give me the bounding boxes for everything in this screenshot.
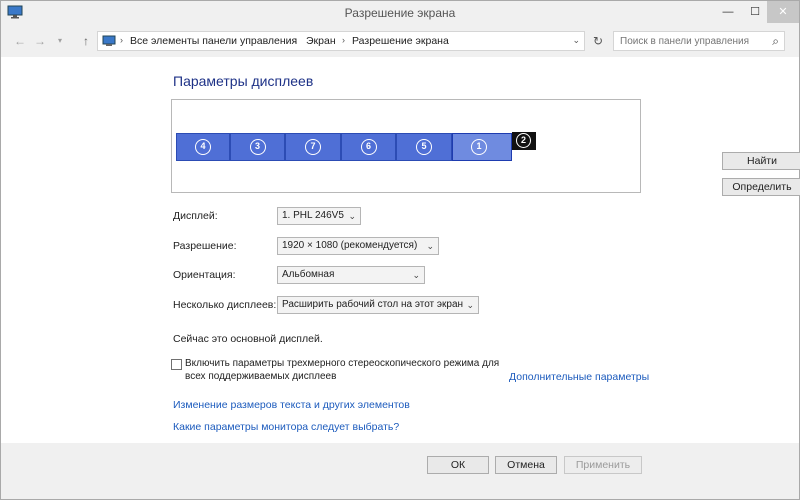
monitor-number: 4	[195, 139, 211, 155]
minimize-button[interactable]: —	[715, 1, 741, 23]
resolution-label: Разрешение:	[173, 240, 237, 252]
monitor-number: 2	[516, 133, 531, 148]
page-title: Параметры дисплеев	[173, 73, 314, 89]
dialog-button-bar: ОК Отмена Применить	[1, 443, 799, 499]
breadcrumb-screen[interactable]: Экран	[306, 35, 336, 47]
monitor-tile-5[interactable]: 5	[396, 133, 452, 161]
monitor-tile-6[interactable]: 6	[341, 133, 396, 161]
ok-button[interactable]: ОК	[427, 456, 489, 474]
monitor-tile-4[interactable]: 4	[176, 133, 230, 161]
stereo-3d-checkbox[interactable]	[171, 359, 182, 370]
breadcrumb-control-panel[interactable]: Все элементы панели управления	[130, 35, 297, 47]
refresh-icon[interactable]: ↻	[589, 31, 607, 51]
display-label: Дисплей:	[173, 210, 218, 222]
primary-display-status: Сейчас это основной дисплей.	[173, 333, 323, 345]
identify-button[interactable]: Определить	[722, 178, 800, 196]
orientation-value: Альбомная	[282, 269, 335, 280]
monitor-number: 7	[305, 139, 321, 155]
address-dropdown-icon[interactable]: ⌄	[572, 35, 580, 46]
chevron-down-icon: ⌄	[412, 270, 420, 280]
up-arrow-icon[interactable]: ↑	[79, 34, 93, 48]
display-value: 1. PHL 246V5	[282, 210, 344, 221]
history-dropdown-icon[interactable]: ▾	[53, 34, 67, 48]
multiple-displays-select[interactable]: Расширить рабочий стол на этот экран ⌄	[277, 296, 479, 314]
display-arrangement-panel[interactable]: 4 3 7 6 5 1 2 Найти Определить	[171, 99, 800, 196]
orientation-select[interactable]: Альбомная ⌄	[277, 266, 425, 284]
chevron-down-icon: ⌄	[426, 241, 434, 251]
monitor-tile-1-selected[interactable]: 1	[452, 133, 512, 161]
content-area: Параметры дисплеев 4 3 7 6 5 1 2 Найти О…	[1, 57, 800, 443]
text-size-link[interactable]: Изменение размеров текста и других элеме…	[173, 399, 410, 411]
monitor-number: 5	[416, 139, 432, 155]
cancel-button[interactable]: Отмена	[495, 456, 557, 474]
resolution-value: 1920 × 1080 (рекомендуется)	[282, 240, 418, 251]
stereo-3d-label[interactable]: Включить параметры трехмерного стереоско…	[185, 357, 505, 383]
breadcrumb-separator: ›	[120, 35, 123, 45]
monitor-tile-7[interactable]: 7	[285, 133, 341, 161]
close-button[interactable]: ✕	[767, 1, 799, 23]
address-bar[interactable]: › Все элементы панели управления › Экран…	[97, 31, 585, 51]
chevron-down-icon: ⌄	[348, 211, 356, 221]
monitor-number: 3	[249, 139, 266, 155]
window-title: Разрешение экрана	[344, 6, 456, 20]
window: Разрешение экрана — ☐ ✕ ← → ▾ ↑ › Все эл…	[0, 0, 800, 500]
forward-arrow-icon[interactable]: →	[33, 34, 47, 48]
find-button[interactable]: Найти	[722, 152, 800, 170]
multiple-displays-value: Расширить рабочий стол на этот экран	[282, 299, 464, 310]
search-input[interactable]	[614, 32, 764, 50]
monitor-tile-3[interactable]: 3	[230, 133, 285, 161]
monitor-number: 1	[471, 139, 487, 155]
title-bar: Разрешение экрана — ☐ ✕	[1, 1, 799, 25]
breadcrumb-separator: ›	[294, 35, 297, 45]
monitor-tile-2[interactable]: 2	[512, 132, 536, 150]
multiple-displays-label: Несколько дисплеев:	[173, 299, 277, 311]
search-icon[interactable]: ⌕	[772, 34, 779, 49]
navigation-bar: ← → ▾ ↑ › Все элементы панели управления…	[1, 29, 799, 53]
display-select[interactable]: 1. PHL 246V5 ⌄	[277, 207, 361, 225]
advanced-settings-link[interactable]: Дополнительные параметры	[509, 371, 649, 383]
apply-button[interactable]: Применить	[564, 456, 642, 474]
chevron-down-icon: ⌄	[466, 300, 474, 310]
resolution-select[interactable]: 1920 × 1080 (рекомендуется) ⌄	[277, 237, 439, 255]
monitor-settings-help-link[interactable]: Какие параметры монитора следует выбрать…	[173, 421, 399, 433]
search-box[interactable]: ⌕	[613, 31, 785, 51]
monitor-number: 6	[360, 139, 377, 155]
breadcrumb-separator: ›	[342, 35, 345, 45]
maximize-button[interactable]: ☐	[742, 1, 768, 23]
back-arrow-icon[interactable]: ←	[13, 34, 27, 48]
breadcrumb-resolution[interactable]: Разрешение экрана	[352, 35, 449, 47]
orientation-label: Ориентация:	[173, 269, 236, 281]
control-panel-icon	[102, 35, 116, 46]
